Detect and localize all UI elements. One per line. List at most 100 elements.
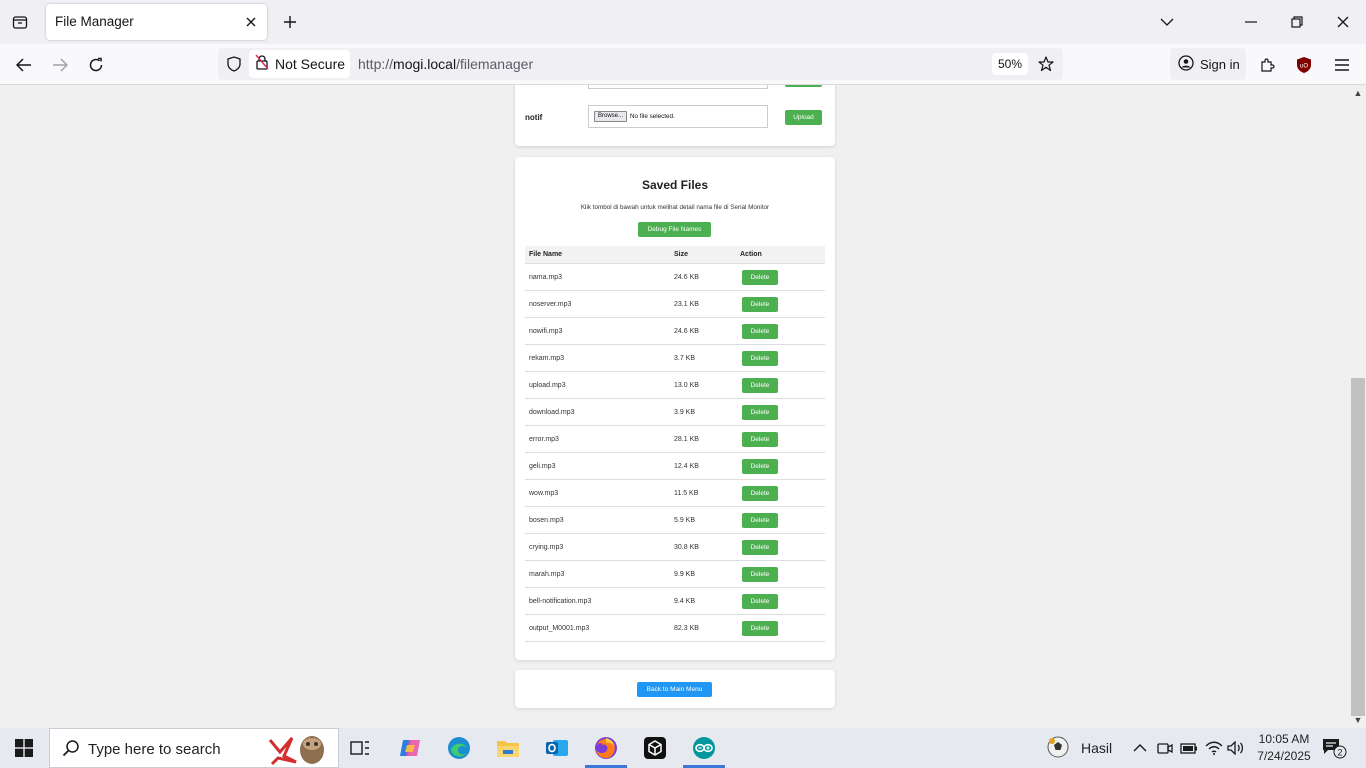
new-tab-icon[interactable]	[276, 8, 304, 36]
copilot-icon[interactable]	[386, 728, 434, 768]
upload-button-previous[interactable]	[785, 85, 822, 87]
notification-count: 2	[1337, 748, 1342, 758]
edge-browser-icon[interactable]	[435, 728, 483, 768]
notif-upload-button[interactable]: Upload	[785, 110, 822, 125]
tab-title: File Manager	[55, 14, 134, 29]
tab-file-manager[interactable]: File Manager	[46, 4, 267, 40]
windows-start-icon[interactable]	[0, 728, 48, 768]
outlook-icon[interactable]	[533, 728, 581, 768]
delete-button[interactable]: Delete	[742, 513, 778, 528]
delete-button[interactable]: Delete	[742, 270, 778, 285]
delete-button[interactable]: Delete	[742, 459, 778, 474]
delete-button[interactable]: Delete	[742, 297, 778, 312]
soccer-ball-icon	[1047, 736, 1069, 761]
tracking-protection-shield-icon[interactable]	[224, 54, 244, 74]
file-name-cell: nama.mp3	[529, 274, 563, 281]
delete-button[interactable]: Delete	[742, 324, 778, 339]
delete-button[interactable]: Delete	[742, 621, 778, 636]
delete-button[interactable]: Delete	[742, 486, 778, 501]
meet-now-icon[interactable]	[1156, 739, 1174, 757]
delete-button[interactable]: Delete	[742, 378, 778, 393]
minimize-icon[interactable]	[1228, 0, 1274, 44]
taskbar-search-box[interactable]: Type here to search	[49, 728, 339, 768]
show-hidden-icons-chevron-icon[interactable]	[1131, 739, 1149, 757]
file-size-cell: 13.0 KB	[674, 382, 699, 389]
app-cube-icon[interactable]	[631, 728, 679, 768]
ublock-origin-icon[interactable]: uO	[1289, 50, 1319, 80]
saved-files-card: Saved Files Klik tombol di bawah untuk m…	[515, 157, 835, 660]
battery-icon[interactable]	[1180, 739, 1198, 757]
saved-files-title: Saved Files	[641, 178, 709, 192]
file-input-previous[interactable]	[588, 85, 768, 89]
scroll-up-arrow-icon[interactable]: ▲	[1353, 88, 1363, 98]
weather-widget[interactable]: Hasil	[1047, 728, 1112, 768]
back-to-main-menu-button[interactable]: Back to Main Menu	[637, 682, 712, 697]
delete-button[interactable]: Delete	[742, 432, 778, 447]
delete-button[interactable]: Delete	[742, 567, 778, 582]
bookmark-star-icon[interactable]	[1035, 53, 1057, 75]
sign-in-button[interactable]: Sign in	[1170, 48, 1246, 80]
scrollbar-thumb[interactable]	[1351, 378, 1365, 716]
file-explorer-icon[interactable]	[484, 728, 532, 768]
list-all-tabs-icon[interactable]	[1144, 0, 1190, 44]
no-file-selected-text: No file selected.	[630, 113, 675, 120]
delete-button[interactable]: Delete	[742, 594, 778, 609]
file-size-cell: 11.5 KB	[674, 490, 699, 497]
file-size-cell: 9.4 KB	[674, 598, 696, 605]
file-name-cell: crying.mp3	[529, 544, 564, 551]
clock-time: 10:05 AM	[1258, 732, 1310, 746]
volume-icon[interactable]	[1227, 739, 1245, 757]
table-row: crying.mp3 30.8 KB Delete	[525, 534, 825, 561]
forward-arrow-icon[interactable]	[45, 50, 75, 80]
file-name-cell: error.mp3	[529, 436, 559, 443]
arduino-ide-icon[interactable]	[680, 728, 728, 768]
file-size-cell: 23.1 KB	[674, 301, 699, 308]
vertical-scrollbar[interactable]: ▲ ▼	[1350, 85, 1366, 728]
table-row: output_M0001.mp3 82.3 KB Delete	[525, 615, 825, 642]
firefox-icon[interactable]	[582, 728, 630, 768]
taskbar-clock[interactable]: 10:05 AM 7/24/2025	[1252, 731, 1316, 765]
tab-list-icon[interactable]	[6, 8, 34, 36]
file-name-cell: download.mp3	[529, 409, 575, 416]
browse-button[interactable]: Browse...	[594, 111, 628, 122]
url-path: /filemanager	[456, 56, 534, 72]
scroll-down-arrow-icon[interactable]: ▼	[1353, 715, 1363, 725]
restore-icon[interactable]	[1274, 0, 1320, 44]
file-name-cell: noserver.mp3	[529, 301, 572, 308]
file-size-cell: 82.3 KB	[674, 625, 699, 632]
notif-file-input[interactable]: Browse... No file selected.	[588, 105, 768, 128]
file-name-cell: upload.mp3	[529, 382, 566, 389]
file-size-cell: 3.7 KB	[674, 355, 696, 362]
delete-button[interactable]: Delete	[742, 540, 778, 555]
file-size-cell: 28.1 KB	[674, 436, 699, 443]
url-text[interactable]: http://mogi.local/filemanager	[358, 56, 533, 72]
reload-icon[interactable]	[81, 50, 111, 80]
back-arrow-icon[interactable]	[9, 50, 39, 80]
column-header-action: Action	[740, 251, 762, 258]
delete-button[interactable]: Delete	[742, 351, 778, 366]
url-host: mogi.local	[393, 56, 457, 72]
close-window-icon[interactable]	[1320, 0, 1366, 44]
column-header-file-name: File Name	[529, 251, 563, 258]
file-name-cell: output_M0001.mp3	[529, 625, 590, 632]
file-name-cell: marah.mp3	[529, 571, 565, 578]
zoom-indicator[interactable]: 50%	[992, 53, 1029, 75]
debug-file-names-button[interactable]: Debug File Names	[638, 222, 711, 237]
table-body: nama.mp3 24.6 KB Delete noserver.mp3 23.1 KB…	[525, 264, 825, 642]
table-row: nowifi.mp3 24.6 KB Delete	[525, 318, 825, 345]
file-size-cell: 30.8 KB	[674, 544, 699, 551]
not-secure-indicator[interactable]: Not Secure	[249, 50, 350, 78]
hamburger-menu-icon[interactable]	[1327, 50, 1357, 80]
task-view-icon[interactable]	[336, 728, 384, 768]
extensions-puzzle-icon[interactable]	[1252, 50, 1282, 80]
file-name-cell: wow.mp3	[529, 490, 559, 497]
notification-center-icon[interactable]: 2	[1322, 737, 1348, 759]
table-row: wow.mp3 11.5 KB Delete	[525, 480, 825, 507]
wifi-icon[interactable]	[1205, 739, 1223, 757]
file-name-cell: bosen.mp3	[529, 517, 564, 524]
address-bar[interactable]: Not Secure http://mogi.local/filemanager…	[218, 48, 1063, 80]
sign-in-label: Sign in	[1200, 56, 1240, 72]
close-tab-icon[interactable]	[241, 12, 261, 32]
search-highlight-icon[interactable]	[266, 732, 328, 766]
delete-button[interactable]: Delete	[742, 405, 778, 420]
